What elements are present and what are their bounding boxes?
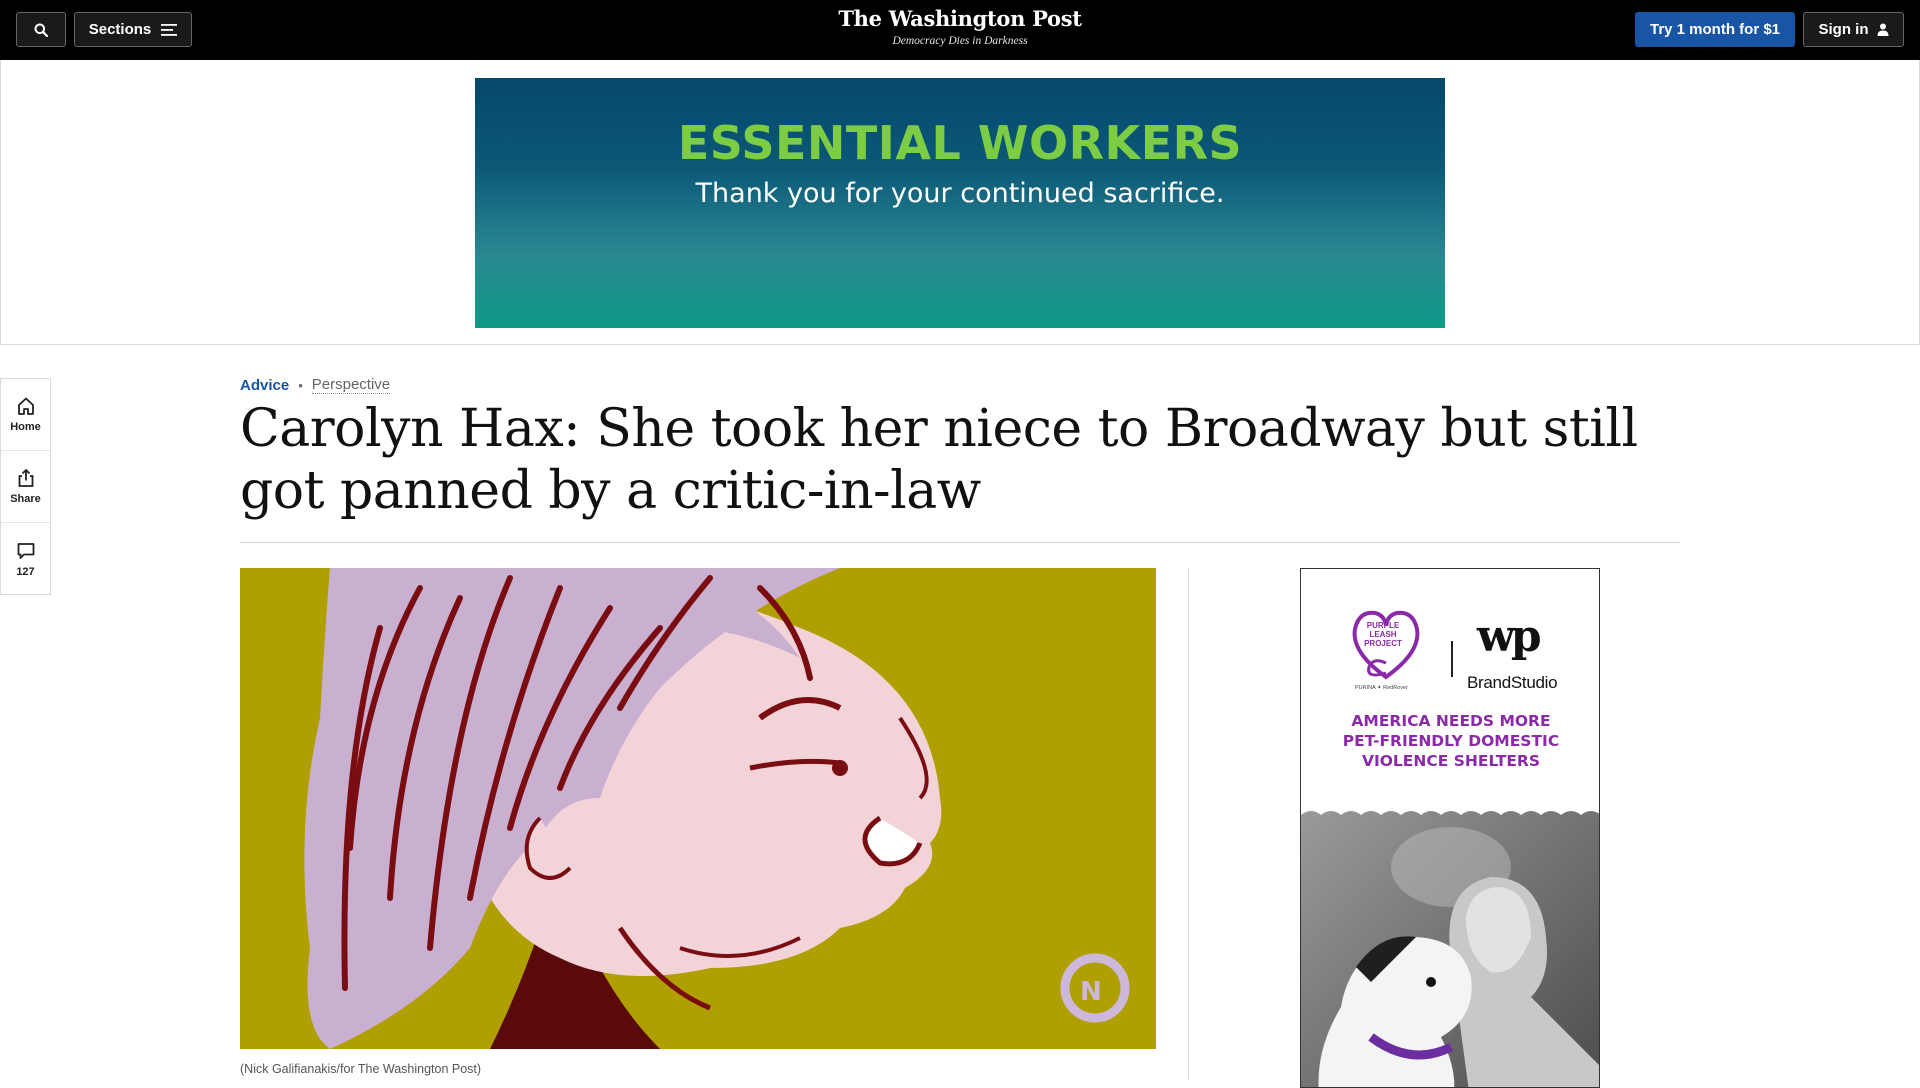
sidebar-ad-headline-line2: PET-FRIENDLY DOMESTIC: [1342, 732, 1560, 750]
svg-text:N: N: [1080, 977, 1102, 1007]
masthead-tagline: Democracy Dies in Darkness: [892, 35, 1028, 47]
partner-name-text: PURPLE LEASH: [1366, 621, 1400, 639]
sidebar-ad[interactable]: PURPLE LEASH PROJECT PURINA ✦ RedRover w…: [1300, 568, 1600, 1088]
article-headline: Carolyn Hax: She took her niece to Broad…: [240, 399, 1638, 521]
wp-logo: wp: [1477, 611, 1542, 662]
search-icon: [34, 23, 48, 37]
rail-comment-count: 127: [16, 565, 35, 578]
sections-label: Sections: [88, 21, 152, 38]
section-link[interactable]: Advice: [240, 377, 289, 394]
sections-menu-button[interactable]: Sections: [74, 12, 192, 47]
search-button[interactable]: [16, 12, 66, 47]
kicker-separator: •: [298, 377, 303, 393]
sign-in-button[interactable]: Sign in: [1803, 12, 1904, 47]
partner-sponsors: PURINA ✦ RedRover: [1355, 685, 1408, 691]
essential-workers-banner-ad[interactable]: ESSENTIAL WORKERS Thank you for your con…: [475, 78, 1445, 328]
partner-sub-text: PROJECT: [1364, 639, 1402, 648]
sidebar-ad-headline-line3: VIOLENCE SHELTERS: [1361, 752, 1541, 770]
woman-with-dog-photo: [1301, 811, 1599, 1087]
menu-icon: [161, 23, 178, 36]
rail-share-button[interactable]: Share: [1, 451, 50, 523]
cartoon-woman-illustration: N: [240, 568, 1156, 1049]
column-divider: [1188, 568, 1189, 1080]
subscribe-trial-button[interactable]: Try 1 month for $1: [1635, 12, 1795, 47]
comment-icon: [17, 542, 34, 559]
logo-separator: [1451, 641, 1453, 677]
rail-comments-button[interactable]: 127: [1, 523, 50, 595]
article-illustration[interactable]: N: [240, 568, 1156, 1049]
share-icon: [18, 468, 33, 487]
rail-home-button[interactable]: Home: [1, 379, 50, 451]
image-caption: (Nick Galifianakis/for The Washington Po…: [240, 1062, 482, 1076]
rail-home-label: Home: [10, 421, 41, 433]
perspective-label[interactable]: Perspective: [311, 376, 391, 394]
top-navigation-bar: Sections The Washington Post Democracy D…: [0, 0, 1920, 60]
partner-name: PURPLE LEASH PROJECT: [1361, 621, 1405, 648]
brandstudio-label: BrandStudio: [1467, 673, 1558, 692]
share-rail: Home Share 127: [0, 378, 51, 595]
sidebar-ad-headline-line1: AMERICA NEEDS MORE: [1351, 712, 1551, 730]
user-icon: [1877, 23, 1888, 36]
sign-in-label: Sign in: [1818, 21, 1869, 38]
headline-divider: [240, 542, 1680, 543]
masthead-logo[interactable]: The Washington Post Democracy Dies in Da…: [810, 6, 1110, 47]
banner-ad-subline: Thank you for your continued sacrifice.: [695, 178, 1225, 209]
rail-share-label: Share: [10, 493, 41, 505]
sidebar-ad-headline: AMERICA NEEDS MORE PET-FRIENDLY DOMESTIC…: [1301, 711, 1599, 771]
masthead-title: The Washington Post: [838, 6, 1082, 31]
banner-ad-headline: ESSENTIAL WORKERS: [677, 116, 1243, 170]
home-icon: [17, 397, 34, 415]
article-kicker: Advice • Perspective: [240, 376, 391, 394]
